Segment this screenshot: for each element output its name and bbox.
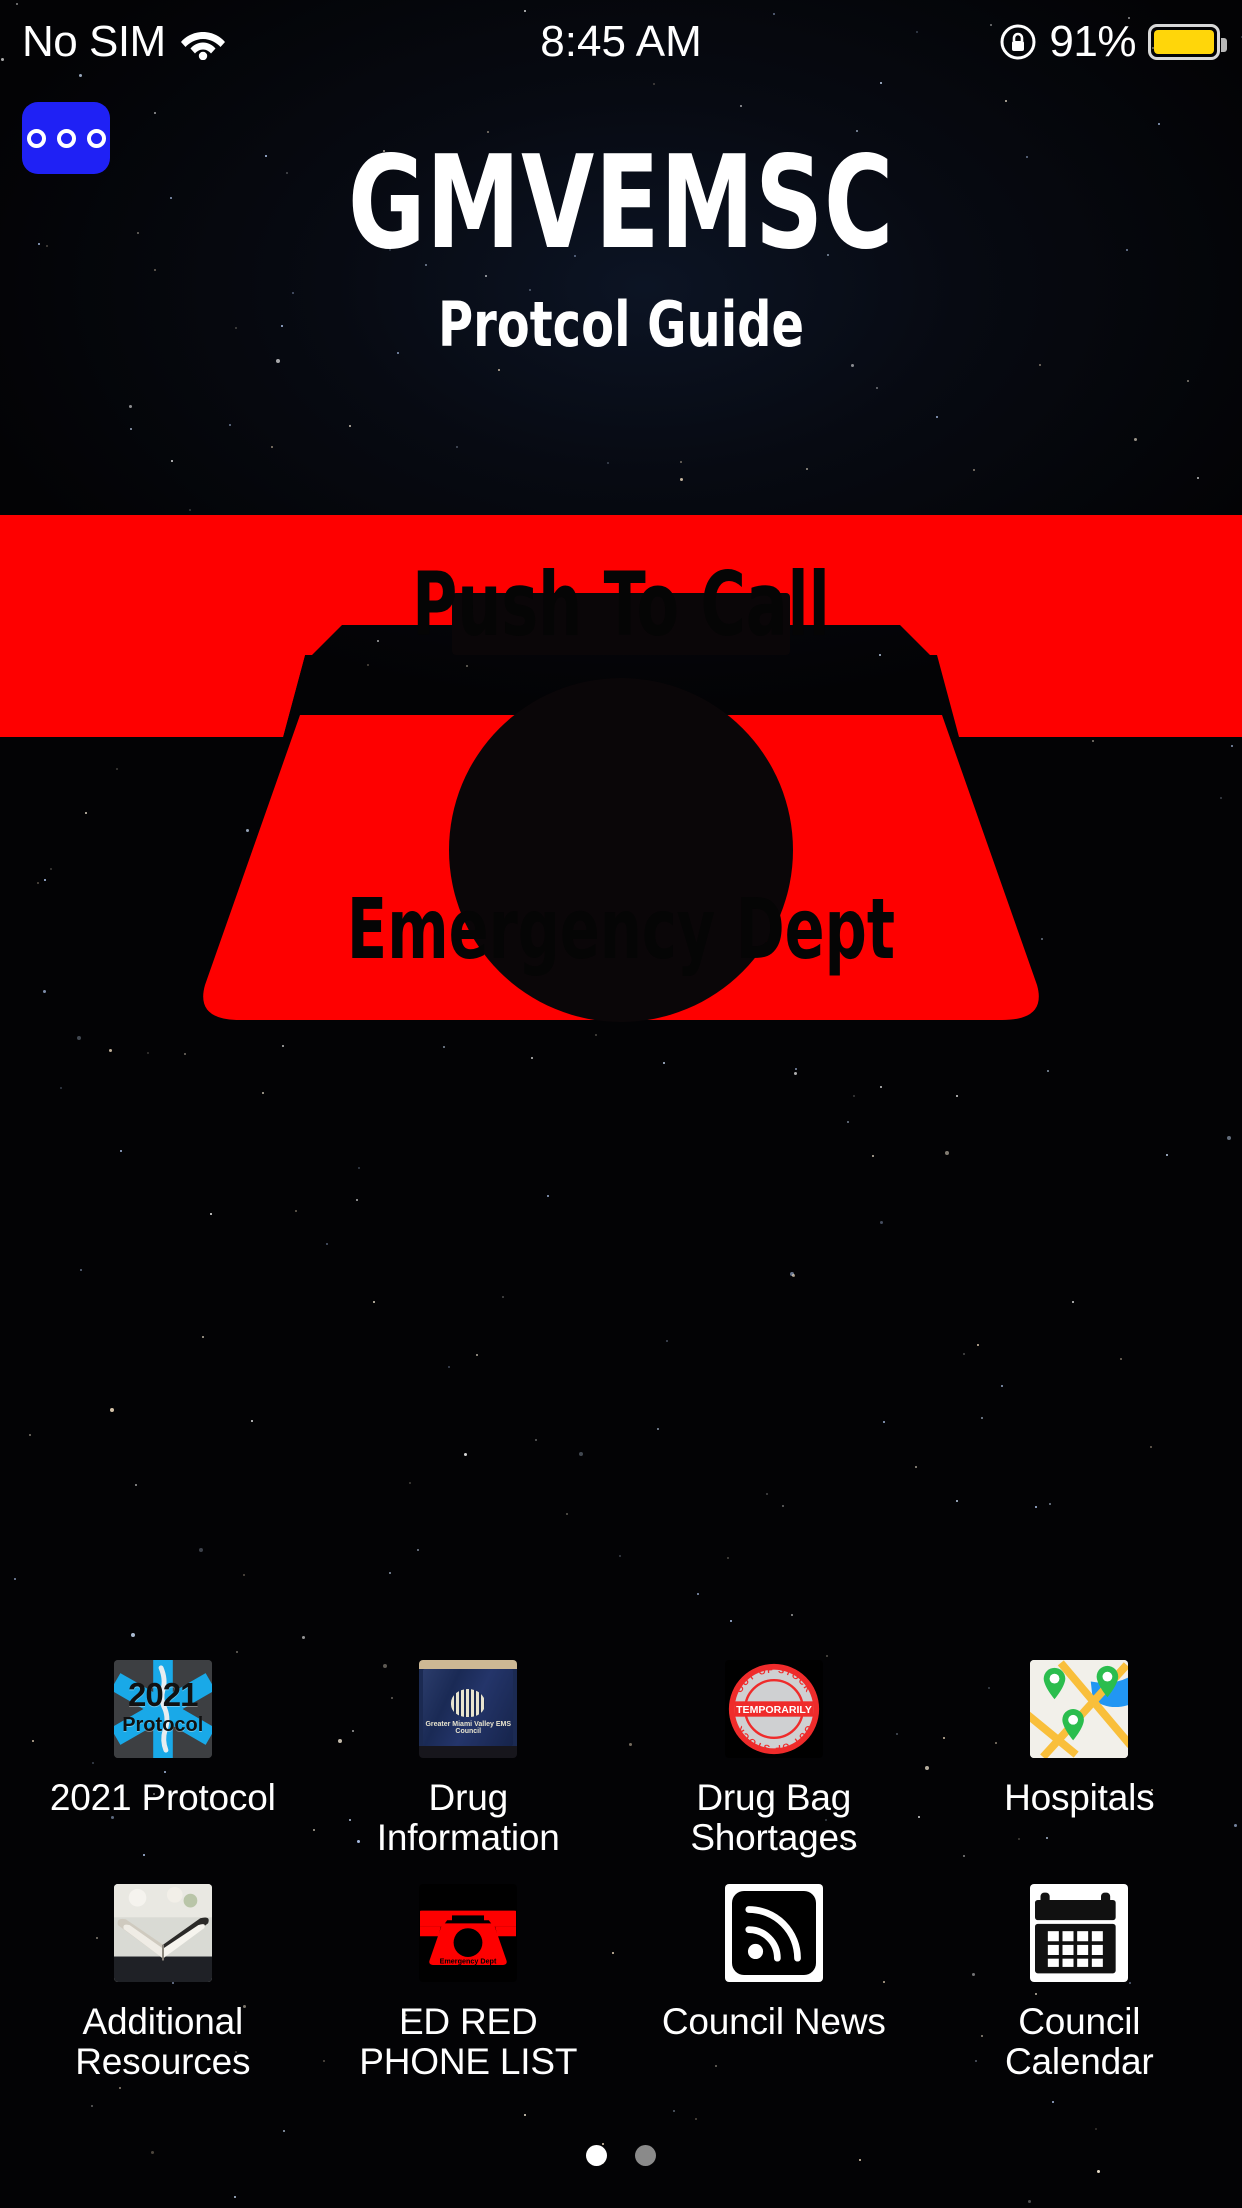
map-shape: [1030, 1660, 1129, 1758]
battery-icon: [1148, 24, 1227, 60]
status-bar: No SIM 8:45 AM 91%: [0, 0, 1242, 84]
battery-percent-label: 91%: [1049, 17, 1136, 66]
ellipsis-dot-icon: [26, 128, 46, 148]
out-of-stock-stamp-icon: OUT OF STOCK OUT OF STOCK TEMPORARILY: [724, 1660, 823, 1758]
page-subtitle: Protcol Guide: [437, 288, 805, 361]
open-book-shape: [113, 1883, 212, 1982]
page-indicator[interactable]: [0, 2145, 1242, 2166]
more-options-button[interactable]: [22, 102, 110, 174]
app-tile-2021-protocol[interactable]: 2021 Protocol 2021 Protocol: [10, 1660, 316, 1858]
app-label: 2021 Protocol: [49, 1777, 276, 1818]
app-tile-council-calendar[interactable]: Council Calendar: [927, 1883, 1233, 2082]
page-title: GMVEMSC: [347, 129, 895, 278]
calendar-shape: [1035, 1892, 1116, 1974]
app-tile-additional-resources[interactable]: Additional Resources: [10, 1883, 316, 2082]
rss-waves-shape: [745, 1906, 801, 1962]
open-book-photo-icon: [113, 1883, 212, 1982]
app-label: Drug Information: [376, 1777, 560, 1858]
stamp-shape: OUT OF STOCK OUT OF STOCK TEMPORARILY: [728, 1663, 819, 1755]
app-label: Hospitals: [1004, 1777, 1155, 1818]
app-label: ED RED PHONE LIST: [359, 2000, 578, 2082]
map-pins-icon: [1030, 1660, 1129, 1758]
rss-feed-icon: [724, 1883, 823, 1982]
telephone-shape: Push To Call Emergency Dept: [420, 1903, 517, 1965]
app-header: GMVEMSC Protcol Guide: [0, 140, 1242, 356]
rotation-lock-icon: [1000, 24, 1036, 60]
rss-inner-square: [731, 1890, 816, 1975]
app-label: Council News: [661, 2000, 886, 2042]
svg-text:Push To Call: Push To Call: [447, 1903, 490, 1912]
app-tile-drug-information[interactable]: Greater Miami Valley EMS Council Drug In…: [316, 1660, 622, 1858]
page-dot-1[interactable]: [586, 2145, 607, 2166]
app-tile-council-news[interactable]: Council News: [621, 1883, 927, 2082]
council-logo-text: Greater Miami Valley EMS Council: [425, 1720, 512, 1736]
council-logo-mark: [451, 1689, 486, 1718]
app-home-screen: No SIM 8:45 AM 91% GMVEMSC Protcol Guide: [0, 0, 1242, 2208]
app-grid: 2021 Protocol 2021 Protocol Greater Miam…: [0, 1660, 1242, 2082]
push-to-call-label: Push To Call: [412, 553, 830, 656]
icon-year-text: 2021: [128, 1676, 198, 1713]
emergency-dept-label: Emergency Dept: [346, 880, 896, 978]
app-label: Drug Bag Shortages: [690, 1777, 858, 1858]
star-of-life-protocol-icon: 2021 Protocol: [113, 1660, 212, 1758]
page-dot-2[interactable]: [635, 2145, 656, 2166]
ellipsis-dot-icon: [86, 128, 106, 148]
app-tile-drug-bag-shortages[interactable]: OUT OF STOCK OUT OF STOCK TEMPORARILY Dr…: [621, 1660, 927, 1858]
app-tile-ed-red-phone-list[interactable]: Push To Call Emergency Dept ED RED PHONE…: [316, 1883, 622, 2082]
svg-text:TEMPORARILY: TEMPORARILY: [736, 1704, 812, 1716]
app-label: Council Calendar: [1004, 2000, 1154, 2082]
calendar-icon: [1030, 1883, 1129, 1982]
app-tile-hospitals[interactable]: Hospitals: [927, 1660, 1233, 1858]
icon-protocol-text: Protocol: [122, 1714, 204, 1736]
push-to-call-button[interactable]: Push To Call Emergency Dept: [0, 505, 1242, 1245]
red-telephone-icon: Push To Call Emergency Dept: [419, 1883, 518, 1982]
ellipsis-dot-icon: [56, 128, 76, 148]
svg-text:Emergency Dept: Emergency Dept: [440, 1956, 497, 1965]
status-bar-right: 91%: [999, 17, 1227, 67]
drug-bag-photo-icon: Greater Miami Valley EMS Council: [419, 1660, 518, 1758]
app-label: Additional Resources: [75, 2000, 251, 2082]
